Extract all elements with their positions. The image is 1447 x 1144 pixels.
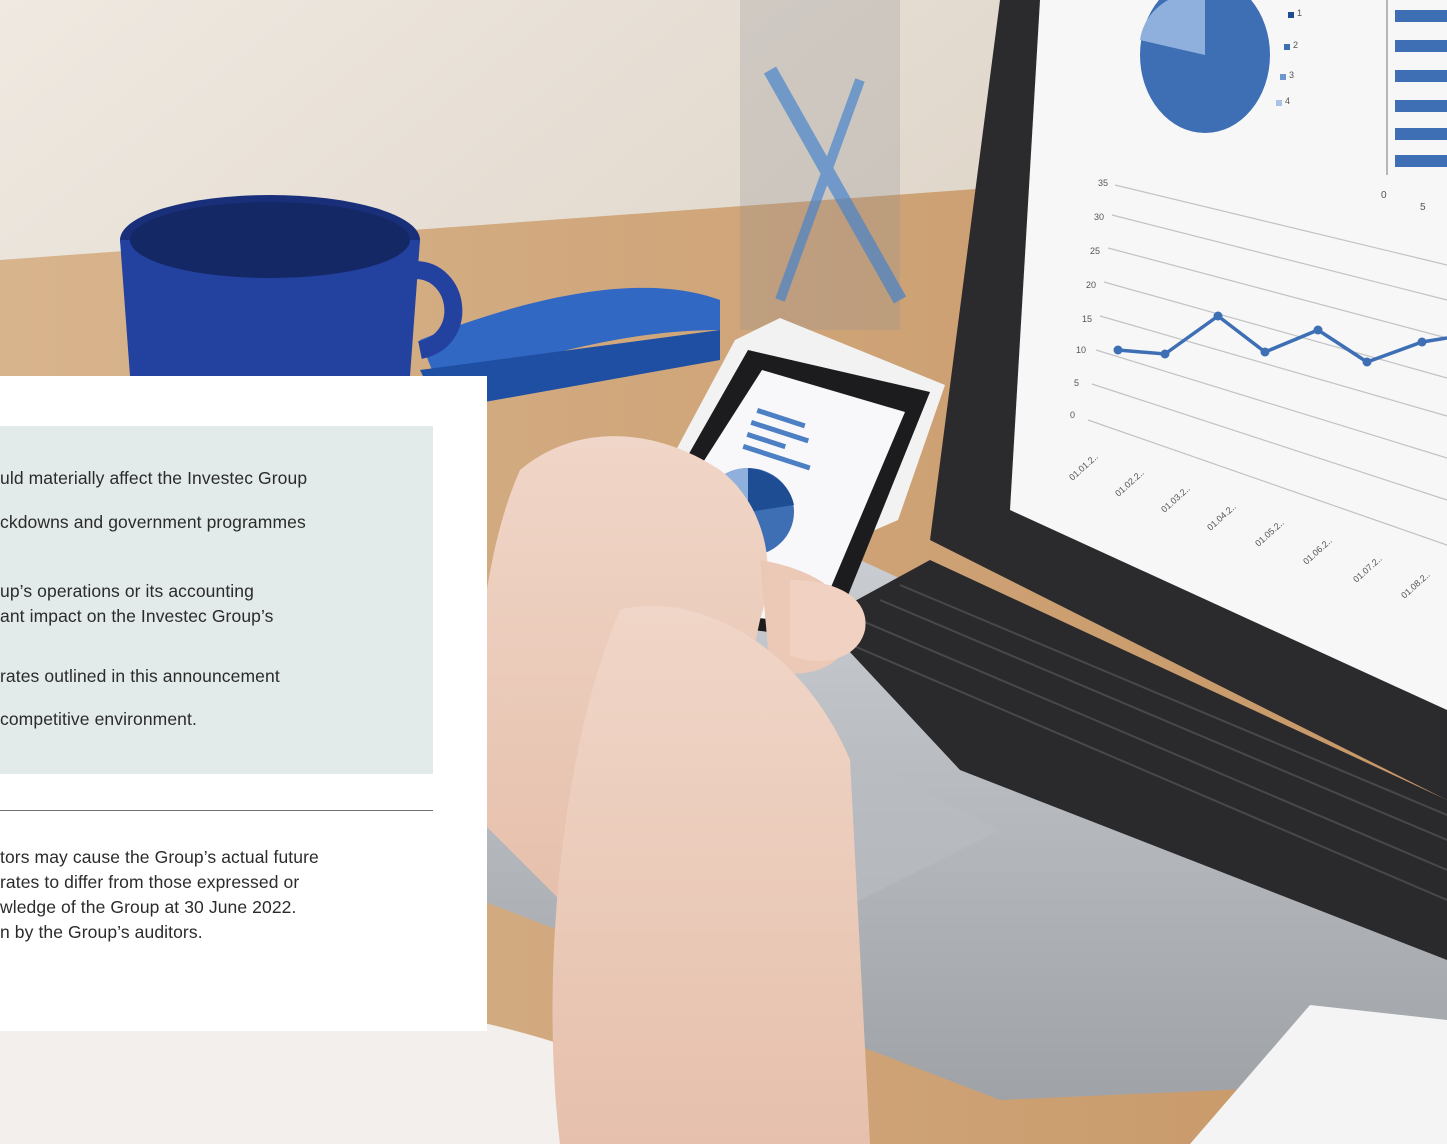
disclaimer-line: rates to differ from those expressed or [0,872,300,892]
callout-box: uld materially affect the Investec Group… [0,426,433,774]
callout-line: rates outlined in this announcement [0,666,280,686]
laptop-legend-label: 4 [1285,96,1291,106]
laptop-bar-axis-tick: 0 [1381,190,1387,201]
callout-line: competitive environment. [0,709,197,729]
disclaimer-line: wledge of the Group at 30 June 2022. [0,897,297,917]
callout-line: ant impact on the Investec Group’s [0,606,274,626]
disclaimer-line: tors may cause the Group’s actual future [0,847,319,867]
laptop-y-tick: 25 [1090,246,1101,256]
laptop-y-tick: 10 [1076,345,1087,355]
callout-line: ckdowns and government programmes [0,512,306,532]
laptop-bar-axis-tick: 5 [1420,202,1426,213]
callout-line: up’s operations or its accounting [0,581,254,601]
laptop-legend-label: 1 [1297,8,1303,18]
laptop-y-tick: 30 [1094,212,1105,222]
disclaimer-line: n by the Group’s auditors. [0,922,203,942]
mug [120,195,463,376]
callout-line: uld materially affect the Investec Group [0,468,308,488]
laptop-legend-label: 3 [1289,70,1295,80]
divider [0,810,433,811]
document-panel: uld materially affect the Investec Group… [0,376,487,1031]
laptop-y-tick: 20 [1086,280,1097,290]
pen-holder [740,0,907,330]
laptop-y-tick: 15 [1082,314,1093,324]
laptop-y-tick: 35 [1098,178,1109,188]
laptop-y-tick: 5 [1074,378,1080,388]
laptop-legend-label: 2 [1293,40,1299,50]
laptop-y-tick: 0 [1070,410,1076,420]
